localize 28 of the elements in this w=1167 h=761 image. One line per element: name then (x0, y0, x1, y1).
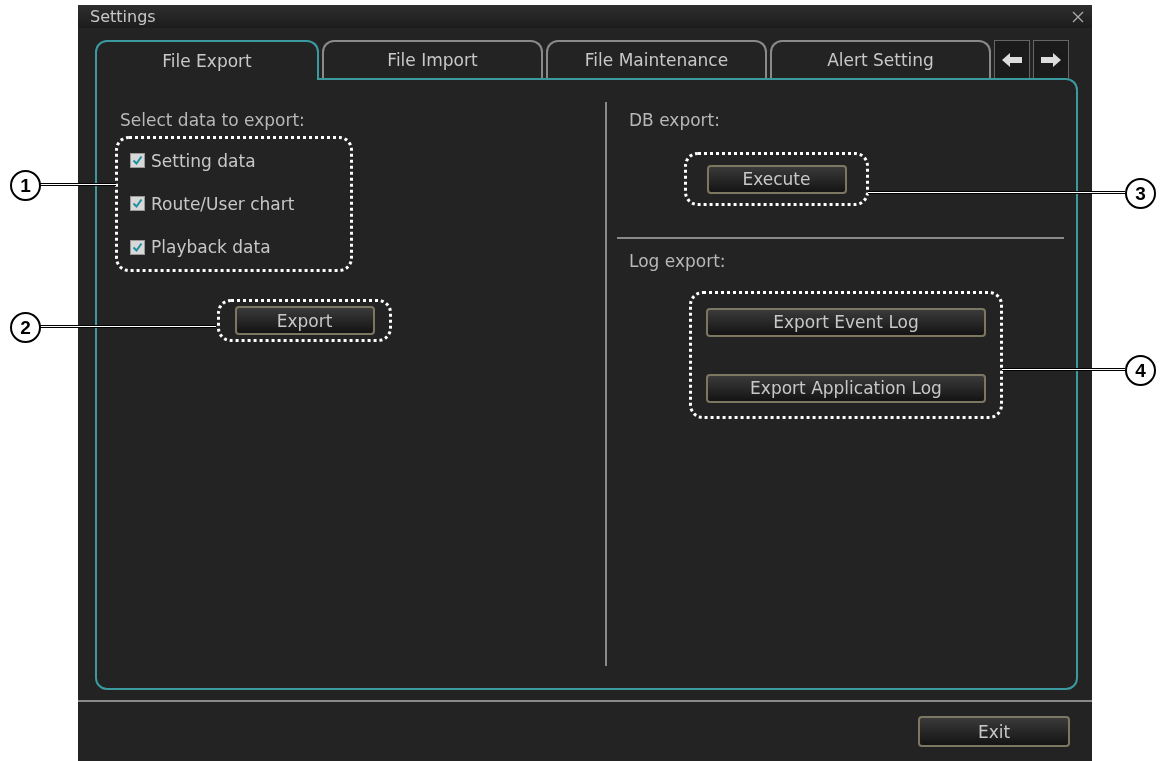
exit-button[interactable]: Exit (918, 716, 1070, 747)
export-log-button[interactable]: Export Event Log (706, 307, 986, 337)
section-label: DB export: (629, 110, 720, 130)
export-log-button[interactable]: Export Application Log (706, 373, 986, 403)
scroll-left-button[interactable] (994, 40, 1030, 78)
tab[interactable]: File Maintenance (546, 40, 767, 78)
checkbox[interactable] (130, 196, 145, 212)
arrow-right-icon (1040, 51, 1062, 68)
tab[interactable]: Alert Setting (770, 40, 991, 78)
callout-number: 3 (1125, 178, 1156, 209)
execute-button[interactable]: Execute (706, 164, 847, 194)
checkbox-label: Route/User chart (151, 194, 295, 214)
checkbox-label: Setting data (151, 150, 256, 171)
callout-number: 1 (10, 170, 41, 201)
tab[interactable]: File Export (95, 40, 319, 80)
window-title: Settings (90, 7, 156, 26)
export-button[interactable]: Export (234, 306, 375, 335)
checkbox[interactable] (130, 239, 145, 255)
arrow-left-icon (1001, 51, 1023, 68)
callout-number: 2 (10, 312, 41, 343)
scroll-right-button[interactable] (1033, 40, 1069, 78)
section-label: Select data to export: (120, 110, 305, 130)
checkbox-label: Playback data (151, 237, 271, 258)
checkbox[interactable] (130, 153, 145, 169)
close-icon[interactable] (1072, 10, 1084, 23)
tab[interactable]: File Import (322, 40, 543, 78)
callout-number: 4 (1125, 355, 1156, 386)
section-label: Log export: (629, 251, 726, 271)
